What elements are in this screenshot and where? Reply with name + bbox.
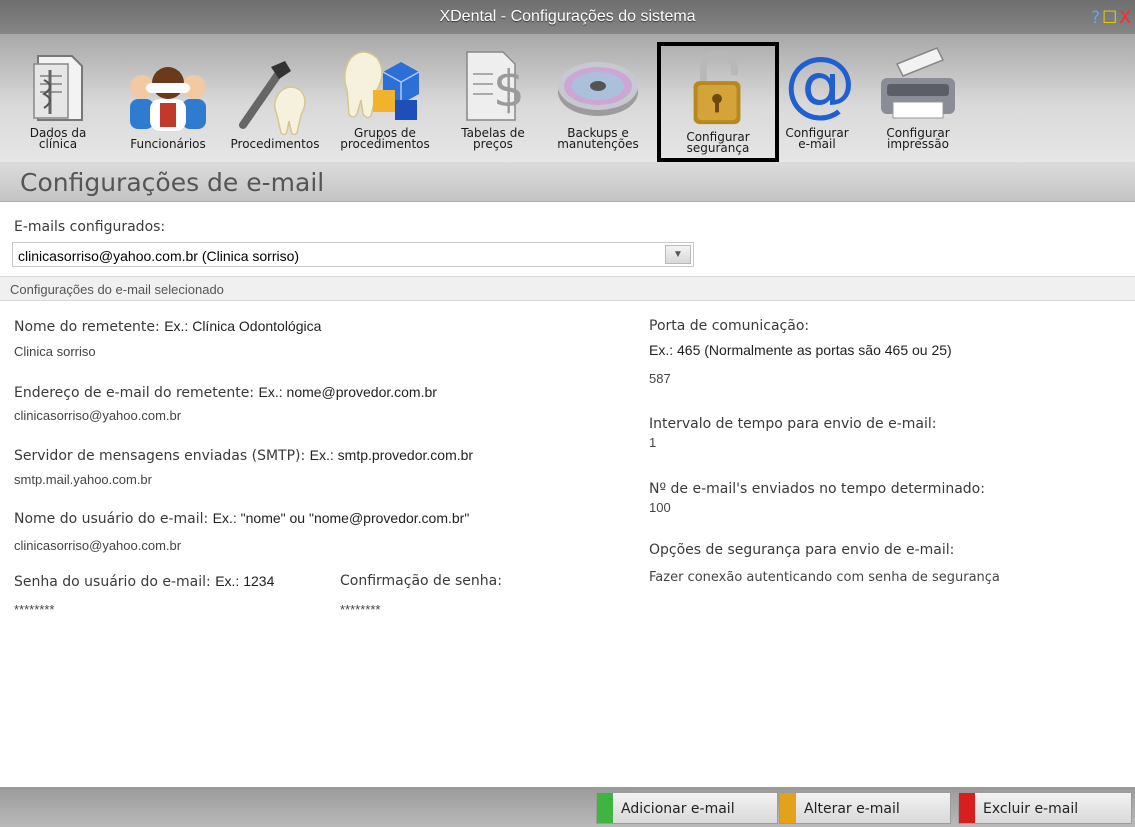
toolbar-item-seguranca[interactable]: Configurar segurança bbox=[657, 42, 779, 162]
toolbar-item-tabelas[interactable]: $ Tabelas de preços bbox=[447, 34, 539, 158]
port-value[interactable]: 587 bbox=[649, 371, 671, 386]
interval-value[interactable]: 1 bbox=[649, 435, 656, 450]
sender-name-example: Ex.: Clínica Odontológica bbox=[164, 318, 322, 334]
configured-emails-label: E-mails configurados: bbox=[14, 219, 166, 235]
password-row: Senha do usuário do e-mail: Ex.: 1234 bbox=[14, 573, 274, 591]
maximize-icon[interactable]: ☐ bbox=[1102, 9, 1117, 27]
toolbar-item-impressao[interactable]: Configurar impressão bbox=[868, 34, 968, 158]
sender-email-label: Endereço de e-mail do remetente: bbox=[14, 385, 255, 401]
toolbar-label: Tabelas de preços bbox=[461, 126, 525, 151]
sender-email-example: Ex.: nome@provedor.com.br bbox=[258, 384, 437, 400]
smtp-example: Ex.: smtp.provedor.com.br bbox=[309, 447, 474, 463]
add-accent bbox=[597, 793, 613, 823]
count-value[interactable]: 100 bbox=[649, 500, 671, 515]
price-doc-icon: $ bbox=[466, 51, 525, 121]
disc-icon bbox=[558, 62, 638, 116]
svg-text:@: @ bbox=[784, 44, 852, 124]
password-label: Senha do usuário do e-mail: bbox=[14, 574, 211, 590]
add-email-button[interactable]: Adicionar e-mail bbox=[596, 792, 778, 824]
add-email-label: Adicionar e-mail bbox=[621, 801, 735, 817]
delete-accent bbox=[959, 793, 975, 823]
padlock-icon bbox=[693, 50, 741, 125]
password-example: Ex.: 1234 bbox=[215, 573, 275, 589]
username-value[interactable]: clinicasorriso@yahoo.com.br bbox=[14, 538, 181, 553]
sender-email-value[interactable]: clinicasorriso@yahoo.com.br bbox=[14, 408, 181, 423]
security-label: Opções de segurança para envio de e-mail… bbox=[649, 542, 955, 558]
svg-text:$: $ bbox=[493, 60, 525, 118]
username-example: Ex.: "nome" ou "nome@provedor.com.br" bbox=[212, 510, 470, 526]
toolbar-label: Dados da clínica bbox=[29, 126, 87, 151]
interval-label: Intervalo de tempo para envio de e-mail: bbox=[649, 416, 937, 432]
document-icon bbox=[33, 55, 83, 121]
toolbar-item-funcionarios[interactable]: Funcionários bbox=[118, 34, 218, 158]
toolbar-label: Funcionários bbox=[130, 137, 206, 151]
toolbar-label: Configurar e-mail bbox=[785, 126, 849, 151]
toolbar-label: Procedimentos bbox=[230, 137, 320, 151]
toolbar-item-procedimentos[interactable]: Procedimentos bbox=[222, 34, 328, 158]
toolbar-label: Configurar impressão bbox=[886, 126, 950, 151]
toolbar-label: Backups e manutenções bbox=[557, 126, 639, 151]
window-title: XDental - Configurações do sistema bbox=[439, 8, 696, 25]
confirm-password-value[interactable]: ******** bbox=[340, 602, 380, 617]
configured-emails-select[interactable]: clinicasorriso@yahoo.com.br (Clinica sor… bbox=[12, 242, 694, 267]
smtp-label: Servidor de mensagens enviadas (SMTP): bbox=[14, 448, 306, 464]
sender-name-value[interactable]: Clinica sorriso bbox=[14, 344, 96, 359]
section-header: Configurações de e-mail bbox=[0, 162, 1135, 202]
edit-email-label: Alterar e-mail bbox=[804, 801, 900, 817]
sender-name-label: Nome do remetente: bbox=[14, 319, 160, 335]
sender-name-row: Nome do remetente: Ex.: Clínica Odontoló… bbox=[14, 318, 321, 336]
count-label: Nº de e-mail's enviados no tempo determi… bbox=[649, 481, 985, 497]
toolbar-item-email[interactable]: @ Configurar e-mail bbox=[779, 34, 855, 158]
sender-email-row: Endereço de e-mail do remetente: Ex.: no… bbox=[14, 384, 437, 402]
username-label: Nome do usuário do e-mail: bbox=[14, 511, 209, 527]
confirm-password-label: Confirmação de senha: bbox=[340, 573, 502, 589]
security-value[interactable]: Fazer conexão autenticando com senha de … bbox=[649, 570, 1000, 585]
tooth-cubes-icon bbox=[344, 51, 420, 120]
chevron-down-icon[interactable]: ▼ bbox=[665, 245, 691, 264]
close-icon[interactable]: X bbox=[1119, 9, 1131, 27]
help-icon[interactable]: ? bbox=[1091, 9, 1100, 27]
edit-accent bbox=[780, 793, 796, 823]
port-label: Porta de comunicação: bbox=[649, 318, 810, 334]
selected-email-value: clinicasorriso@yahoo.com.br (Clinica sor… bbox=[18, 248, 300, 264]
delete-email-button[interactable]: Excluir e-mail bbox=[958, 792, 1132, 824]
username-row: Nome do usuário do e-mail: Ex.: "nome" o… bbox=[14, 510, 469, 528]
people-icon bbox=[130, 67, 206, 131]
delete-email-label: Excluir e-mail bbox=[983, 801, 1079, 817]
toolbar-item-dados-clinica[interactable]: Dados da clínica bbox=[18, 34, 98, 158]
subheader-text: Configurações do e-mail selecionado bbox=[10, 282, 224, 297]
settings-toolbar: Dados da clínica Funcionários Procedimen… bbox=[0, 34, 1135, 162]
window-controls: ? ☐ X bbox=[1091, 9, 1131, 27]
smtp-row: Servidor de mensagens enviadas (SMTP): E… bbox=[14, 447, 473, 465]
edit-email-button[interactable]: Alterar e-mail bbox=[779, 792, 951, 824]
smtp-value[interactable]: smtp.mail.yahoo.com.br bbox=[14, 472, 152, 487]
toolbar-item-grupos[interactable]: Grupos de procedimentos bbox=[330, 34, 440, 158]
toolbar-item-backups[interactable]: Backups e manutenções bbox=[548, 34, 648, 158]
dental-tool-icon bbox=[239, 61, 306, 135]
page-title: Configurações de e-mail bbox=[20, 168, 325, 197]
printer-icon bbox=[881, 47, 955, 119]
toolbar-label: Grupos de procedimentos bbox=[340, 126, 430, 151]
password-value[interactable]: ******** bbox=[14, 602, 54, 617]
toolbar-label: Configurar segurança bbox=[686, 130, 750, 155]
selected-email-subheader: Configurações do e-mail selecionado bbox=[0, 276, 1135, 301]
port-example: Ex.: 465 (Normalmente as portas são 465 … bbox=[649, 342, 952, 358]
at-sign-icon: @ bbox=[784, 44, 852, 124]
